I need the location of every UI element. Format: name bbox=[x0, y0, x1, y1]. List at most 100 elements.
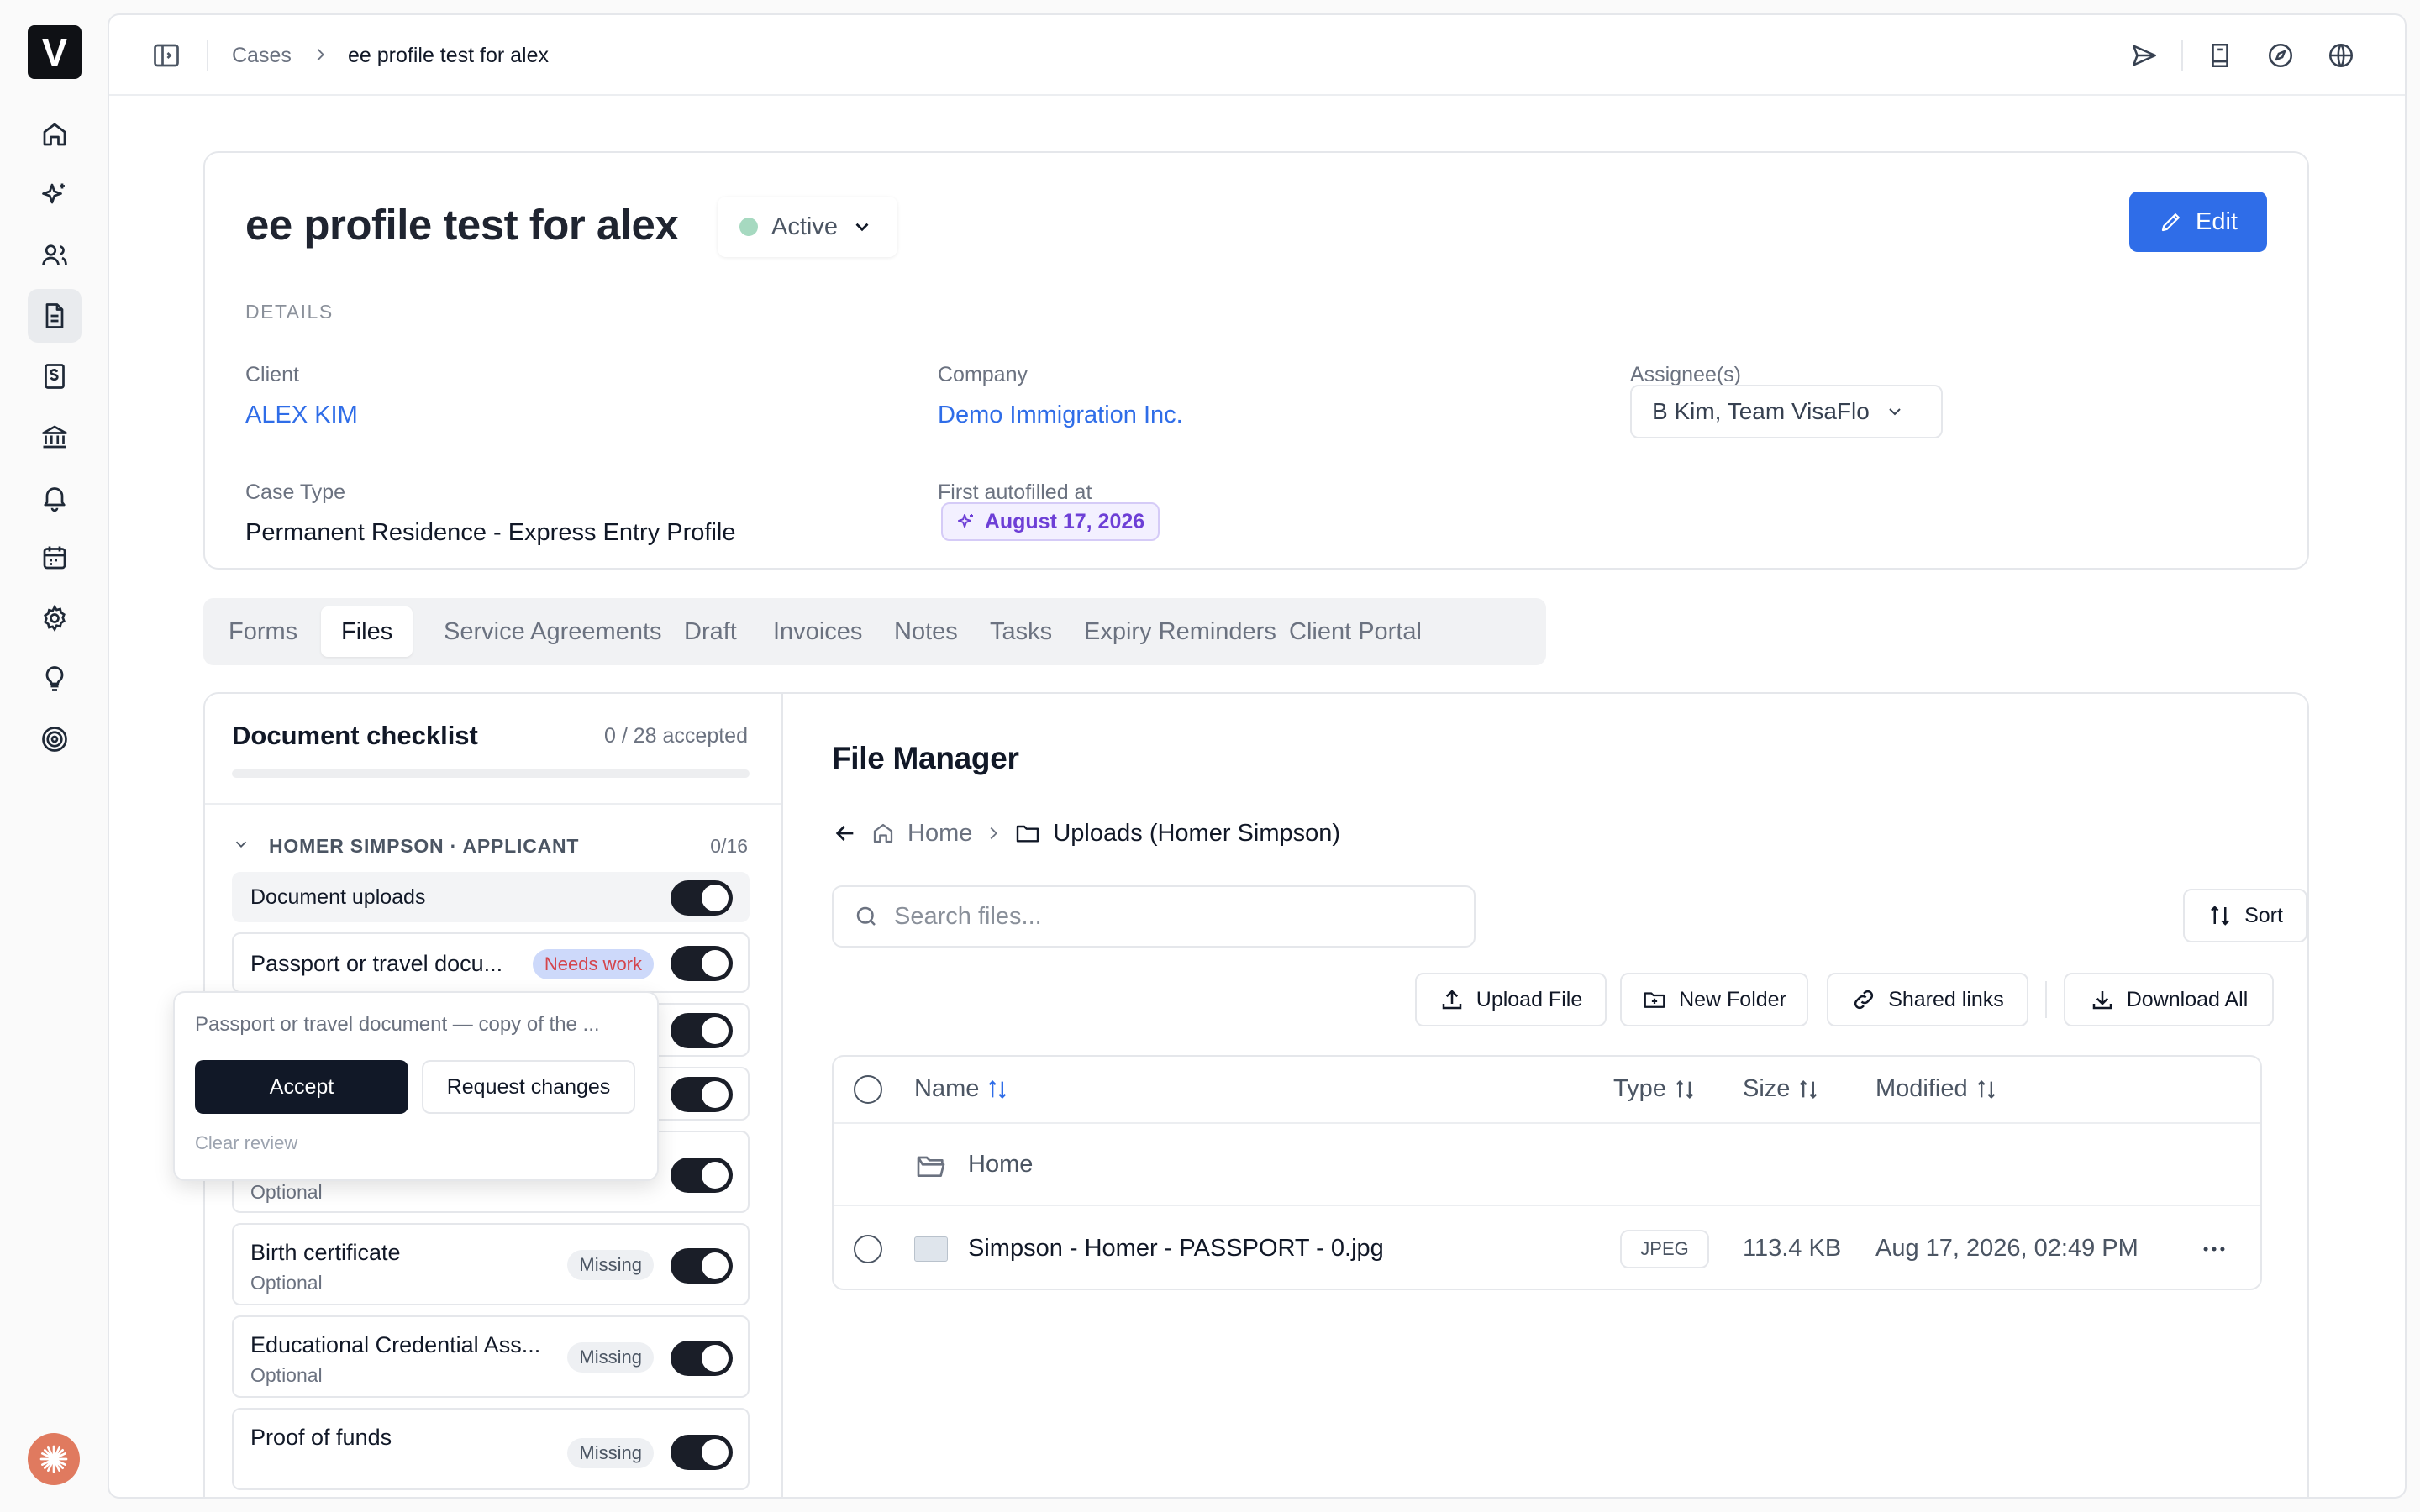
new-folder-button[interactable]: New Folder bbox=[1620, 973, 1808, 1026]
more-actions-icon[interactable] bbox=[2200, 1235, 2228, 1263]
table-row[interactable]: Simpson - Homer - PASSPORT - 0.jpg JPEG … bbox=[834, 1208, 2260, 1290]
item-toggle[interactable] bbox=[671, 1248, 733, 1284]
column-type[interactable]: Type bbox=[1613, 1075, 1697, 1103]
globe-icon bbox=[2328, 43, 2354, 68]
row-checkbox[interactable] bbox=[854, 1235, 882, 1263]
rail-settings[interactable] bbox=[28, 591, 82, 645]
tab-files[interactable]: Files bbox=[321, 606, 413, 657]
rail-ai[interactable] bbox=[28, 168, 82, 222]
rail-invoices[interactable] bbox=[28, 349, 82, 403]
rail-bank[interactable] bbox=[28, 410, 82, 464]
rail-calendar[interactable] bbox=[28, 531, 82, 585]
item-toggle[interactable] bbox=[671, 1341, 733, 1376]
item-toggle[interactable] bbox=[671, 1158, 733, 1193]
select-all-checkbox[interactable] bbox=[854, 1075, 882, 1104]
company-label: Company bbox=[938, 363, 1028, 386]
app-rail: V bbox=[0, 0, 108, 1512]
edit-button[interactable]: Edit bbox=[2129, 192, 2267, 252]
rail-contacts[interactable] bbox=[28, 228, 82, 282]
folder-row[interactable]: Home bbox=[834, 1124, 2260, 1206]
document-icon bbox=[45, 303, 64, 328]
column-size[interactable]: Size bbox=[1743, 1075, 1820, 1103]
upload-file-button[interactable]: Upload File bbox=[1415, 973, 1607, 1026]
status-dot bbox=[739, 218, 758, 236]
arrow-left-icon[interactable] bbox=[832, 820, 859, 847]
folder-open-icon bbox=[917, 1156, 945, 1177]
new-folder-label: New Folder bbox=[1679, 987, 1786, 1011]
sort-icon bbox=[989, 1079, 1007, 1099]
sidebar-toggle-icon[interactable] bbox=[151, 40, 182, 71]
client-link[interactable]: ALEX KIM bbox=[245, 402, 358, 429]
checklist-item-passport[interactable]: Passport or travel docu... Needs work bbox=[232, 932, 750, 993]
target-icon bbox=[42, 727, 67, 752]
breadcrumb-cases[interactable]: Cases bbox=[232, 41, 292, 70]
download-all-button[interactable]: Download All bbox=[2064, 973, 2274, 1026]
case-type-value: Permanent Residence - Express Entry Prof… bbox=[245, 519, 736, 546]
section-row-label: Document uploads bbox=[250, 885, 426, 909]
shared-links-button[interactable]: Shared links bbox=[1827, 973, 2028, 1026]
send-button[interactable] bbox=[2128, 39, 2161, 72]
case-details-card: ee profile test for alex Active Edit DET… bbox=[203, 151, 2309, 570]
explore-button[interactable] bbox=[2264, 39, 2297, 72]
tab-tasks[interactable]: Tasks bbox=[970, 606, 1072, 657]
status-badge: Missing bbox=[567, 1438, 654, 1468]
tab-expiry-reminders[interactable]: Expiry Reminders bbox=[1064, 606, 1297, 657]
crumb-current-folder: Uploads (Homer Simpson) bbox=[1053, 819, 1341, 847]
section-toggle[interactable] bbox=[671, 880, 733, 916]
search-icon bbox=[856, 906, 876, 926]
users-icon bbox=[42, 244, 67, 266]
autofill-date: August 17, 2026 bbox=[984, 509, 1145, 533]
item-toggle[interactable] bbox=[671, 946, 733, 981]
chevron-down-icon[interactable] bbox=[232, 835, 250, 853]
user-avatar[interactable] bbox=[28, 1433, 80, 1485]
chevron-right-icon bbox=[317, 48, 324, 61]
request-changes-button[interactable]: Request changes bbox=[422, 1060, 635, 1114]
tab-invoices[interactable]: Invoices bbox=[753, 606, 882, 657]
divider bbox=[2181, 40, 2183, 71]
item-toggle[interactable] bbox=[671, 1013, 733, 1048]
file-breadcrumb: Home Uploads (Homer Simpson) bbox=[832, 816, 1340, 850]
column-modified[interactable]: Modified bbox=[1876, 1075, 1998, 1103]
clear-review-link[interactable]: Clear review bbox=[195, 1132, 297, 1154]
sort-button[interactable]: Sort bbox=[2183, 889, 2307, 942]
item-toggle[interactable] bbox=[671, 1435, 733, 1470]
column-name[interactable]: Name bbox=[914, 1075, 1009, 1103]
rail-goals[interactable] bbox=[28, 712, 82, 766]
status-label: Active bbox=[771, 213, 838, 240]
rail-home[interactable] bbox=[28, 108, 82, 161]
autofill-date-chip: August 17, 2026 bbox=[941, 502, 1160, 541]
checklist-item-birth-certificate[interactable]: Birth certificate Optional Missing bbox=[232, 1223, 750, 1305]
group-heading[interactable]: HOMER SIMPSON · APPLICANT bbox=[269, 835, 579, 858]
tab-draft[interactable]: Draft bbox=[664, 606, 757, 657]
item-toggle[interactable] bbox=[671, 1077, 733, 1112]
details-heading: DETAILS bbox=[245, 301, 334, 323]
accept-button[interactable]: Accept bbox=[195, 1060, 408, 1114]
popover-document-text: Passport or travel document — copy of th… bbox=[195, 1013, 600, 1036]
lightbulb-icon bbox=[45, 666, 64, 691]
docs-button[interactable] bbox=[2203, 39, 2237, 72]
checklist-item-eca[interactable]: Educational Credential Ass... Optional M… bbox=[232, 1315, 750, 1398]
crumb-home[interactable]: Home bbox=[908, 820, 972, 848]
file-table: Name Type Size Modified Home Simpson - H… bbox=[832, 1055, 2262, 1290]
tab-notes[interactable]: Notes bbox=[874, 606, 978, 657]
rail-tips[interactable] bbox=[28, 652, 82, 706]
company-link[interactable]: Demo Immigration Inc. bbox=[938, 402, 1183, 429]
rail-notifications[interactable] bbox=[28, 470, 82, 524]
tab-service-agreements[interactable]: Service Agreements bbox=[424, 606, 682, 657]
checklist-item-proof-of-funds[interactable]: Proof of funds Missing bbox=[232, 1408, 750, 1490]
table-header: Name Type Size Modified bbox=[834, 1057, 2260, 1124]
app-logo[interactable]: V bbox=[28, 25, 82, 79]
language-button[interactable] bbox=[2324, 39, 2358, 72]
rail-cases[interactable] bbox=[28, 289, 82, 343]
item-subtitle: Optional bbox=[250, 1181, 323, 1203]
tab-client-portal[interactable]: Client Portal bbox=[1269, 606, 1442, 657]
file-name[interactable]: Simpson - Homer - PASSPORT - 0.jpg bbox=[968, 1235, 1384, 1263]
tab-forms[interactable]: Forms bbox=[208, 606, 318, 657]
file-manager-title: File Manager bbox=[832, 741, 1019, 775]
folder-plus-icon bbox=[1644, 992, 1665, 1008]
assignee-select[interactable]: B Kim, Team VisaFlo bbox=[1630, 385, 1943, 438]
status-dropdown[interactable]: Active bbox=[718, 197, 897, 257]
search-input[interactable]: Search files... bbox=[832, 885, 1476, 948]
case-type-label: Case Type bbox=[245, 480, 346, 504]
folder-icon bbox=[1017, 825, 1039, 843]
